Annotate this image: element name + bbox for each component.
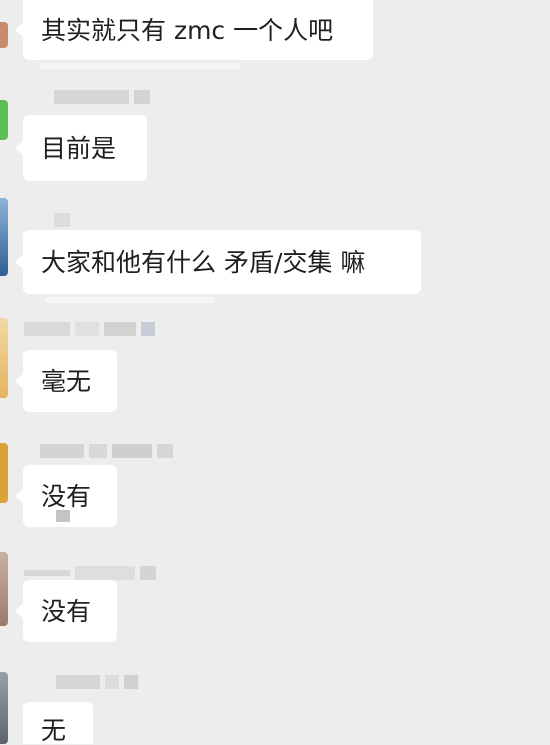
sender-nickname-blurred <box>24 322 155 336</box>
sender-nickname-blurred <box>56 675 138 689</box>
avatar[interactable] <box>0 198 8 276</box>
sender-nickname-blurred <box>24 566 156 580</box>
sender-nickname-blurred <box>56 509 70 523</box>
message-bubble[interactable]: 没有 <box>15 580 117 642</box>
avatar[interactable] <box>0 672 8 744</box>
bubble-shadow <box>45 297 215 303</box>
message-text: 毫无 <box>41 366 92 396</box>
message-text: 大家和他有什么 矛盾/交集 嘛 <box>41 247 366 277</box>
message-text: 目前是 <box>41 133 117 163</box>
message-text: 没有 <box>41 481 92 511</box>
sender-nickname-blurred <box>54 213 70 227</box>
message-bubble[interactable]: 毫无 <box>15 350 117 412</box>
message-text: 无 <box>41 716 67 745</box>
avatar[interactable] <box>0 552 8 626</box>
message-bubble[interactable]: 其实就只有 zmc 一个人吧 <box>15 0 373 60</box>
avatar[interactable] <box>0 22 8 48</box>
message-text: 其实就只有 zmc 一个人吧 <box>41 15 334 45</box>
avatar[interactable] <box>0 100 8 140</box>
avatar[interactable] <box>0 318 8 398</box>
avatar[interactable] <box>0 443 8 503</box>
sender-nickname-blurred <box>40 444 173 458</box>
bubble-shadow <box>40 63 240 69</box>
message-bubble[interactable]: 没有 <box>15 465 117 527</box>
message-bubble[interactable]: 目前是 <box>15 115 147 181</box>
sender-nickname-blurred <box>54 90 150 104</box>
message-bubble[interactable]: 无 <box>23 702 93 744</box>
message-text: 没有 <box>41 596 92 626</box>
message-bubble[interactable]: 大家和他有什么 矛盾/交集 嘛 <box>15 230 421 294</box>
chat-message-list[interactable]: 其实就只有 zmc 一个人吧 目前是 大家和他有什么 矛盾/交集 嘛 毫无 没有 <box>0 0 550 744</box>
